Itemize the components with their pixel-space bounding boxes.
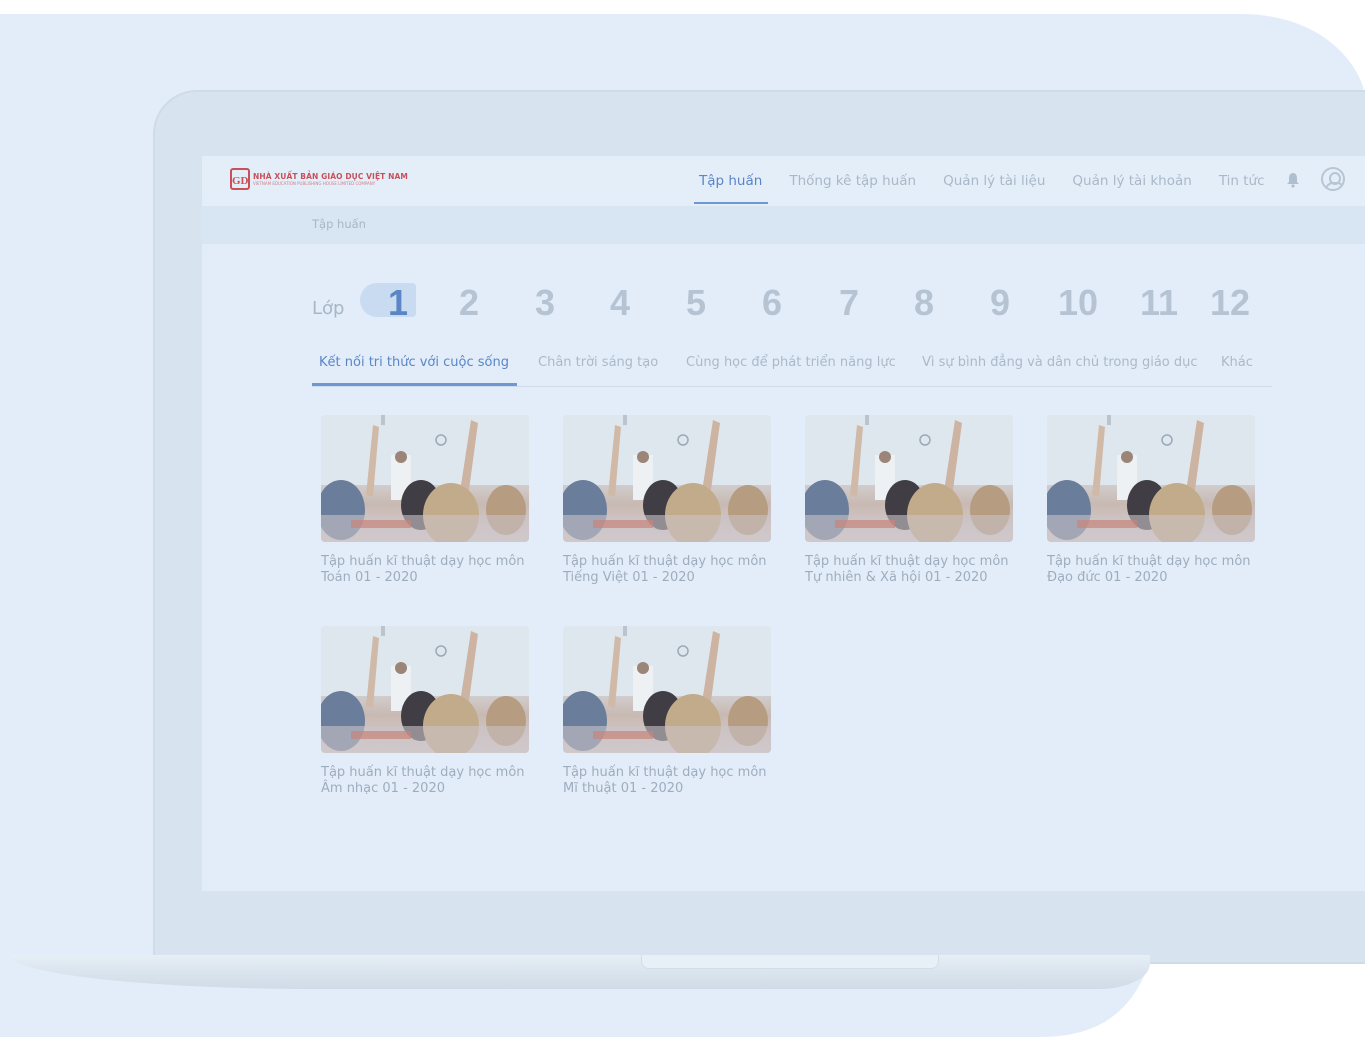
logo-mark-icon: GD [230, 168, 250, 190]
course-card[interactable]: Tập huấn kĩ thuật dạy học môn Mĩ thuật 0… [563, 626, 771, 797]
grade-9[interactable]: 9 [970, 282, 1030, 324]
laptop-base [10, 955, 1150, 989]
classroom-image-icon [563, 415, 771, 542]
nav-item-tin-tuc[interactable]: Tin tức [1219, 156, 1265, 206]
grade-11[interactable]: 11 [1129, 282, 1189, 324]
classroom-image-icon [1047, 415, 1255, 542]
course-thumbnail[interactable] [563, 626, 771, 753]
tab-khac[interactable]: Khác [1221, 355, 1253, 370]
tab-cung-hoc[interactable]: Cùng học để phát triển năng lực [686, 355, 896, 370]
publisher-logo[interactable]: GD NHÀ XUẤT BẢN GIÁO DỤC VIỆT NAM VIETNA… [230, 168, 408, 190]
course-title-line2: Âm nhạc 01 - 2020 [321, 781, 445, 796]
classroom-image-icon [563, 626, 771, 753]
course-card[interactable]: Tập huấn kĩ thuật dạy học môn Toán 01 - … [321, 415, 529, 586]
logo-title: NHÀ XUẤT BẢN GIÁO DỤC VIỆT NAM [253, 172, 408, 181]
grade-6[interactable]: 6 [742, 282, 802, 324]
classroom-image-icon [805, 415, 1013, 542]
grade-10[interactable]: 10 [1048, 282, 1108, 324]
breadcrumb-item[interactable]: Tập huấn [312, 217, 366, 231]
course-title-line2: Tiếng Việt 01 - 2020 [563, 570, 695, 585]
course-title-line2: Đạo đức 01 - 2020 [1047, 570, 1168, 585]
main-nav: Tập huấn Thống kê tập huấn Quản lý tài l… [693, 156, 1292, 206]
tab-ket-noi-tri-thuc[interactable]: Kết nối tri thức với cuộc sống [319, 355, 509, 370]
laptop-screen: GD NHÀ XUẤT BẢN GIÁO DỤC VIỆT NAM VIETNA… [202, 156, 1365, 891]
course-card[interactable]: Tập huấn kĩ thuật dạy học môn Tiếng Việt… [563, 415, 771, 586]
user-avatar-icon[interactable] [1321, 167, 1345, 191]
course-title-line1: Tập huấn kĩ thuật dạy học môn [1047, 554, 1251, 569]
course-title-line1: Tập huấn kĩ thuật dạy học môn [321, 765, 525, 780]
grade-5[interactable]: 5 [666, 282, 726, 324]
nav-item-quan-ly-tai-khoan[interactable]: Quản lý tài khoản [1072, 156, 1191, 206]
course-title-line2: Mĩ thuật 01 - 2020 [563, 781, 684, 796]
course-thumbnail[interactable] [805, 415, 1013, 542]
course-thumbnail[interactable] [563, 415, 771, 542]
grade-8[interactable]: 8 [894, 282, 954, 324]
grade-1[interactable]: 1 [368, 282, 428, 324]
tab-vi-su-binh-dang[interactable]: Vì sự bình đẳng và dân chủ trong giáo dụ… [922, 355, 1198, 370]
top-navbar: GD NHÀ XUẤT BẢN GIÁO DỤC VIỆT NAM VIETNA… [202, 156, 1365, 206]
course-title-line1: Tập huấn kĩ thuật dạy học môn [563, 554, 767, 569]
course-card[interactable]: Tập huấn kĩ thuật dạy học môn Tự nhiên &… [805, 415, 1013, 586]
breadcrumb: Tập huấn [202, 206, 1365, 244]
bell-icon[interactable] [1286, 172, 1300, 188]
course-title-line1: Tập huấn kĩ thuật dạy học môn [563, 765, 767, 780]
grade-7[interactable]: 7 [819, 282, 879, 324]
nav-item-quan-ly-tai-lieu[interactable]: Quản lý tài liệu [943, 156, 1045, 206]
course-title-line1: Tập huấn kĩ thuật dạy học môn [321, 554, 525, 569]
tab-chan-troi-sang-tao[interactable]: Chân trời sáng tạo [538, 355, 658, 370]
classroom-image-icon [321, 415, 529, 542]
course-thumbnail[interactable] [321, 626, 529, 753]
course-thumbnail[interactable] [321, 415, 529, 542]
course-card[interactable]: Tập huấn kĩ thuật dạy học môn Âm nhạc 01… [321, 626, 529, 797]
nav-item-tap-huan[interactable]: Tập huấn [693, 156, 769, 206]
grade-4[interactable]: 4 [590, 282, 650, 324]
laptop-notch [641, 955, 939, 969]
grade-2[interactable]: 2 [439, 282, 499, 324]
grade-selector: 1 2 3 4 5 6 7 8 9 10 11 12 [202, 282, 1365, 332]
logo-subtitle: VIETNAM EDUCATION PUBLISHING HOUSE LIMIT… [253, 181, 376, 186]
series-tabs: Kết nối tri thức với cuộc sống Chân trời… [312, 352, 1272, 387]
course-title-line2: Tự nhiên & Xã hội 01 - 2020 [805, 570, 988, 585]
course-title-line2: Toán 01 - 2020 [321, 570, 418, 585]
grade-12[interactable]: 12 [1200, 282, 1260, 324]
classroom-image-icon [321, 626, 529, 753]
nav-item-thong-ke[interactable]: Thống kê tập huấn [789, 156, 916, 206]
active-tab-indicator [312, 383, 517, 386]
grade-3[interactable]: 3 [515, 282, 575, 324]
course-thumbnail[interactable] [1047, 415, 1255, 542]
course-title-line1: Tập huấn kĩ thuật dạy học môn [805, 554, 1009, 569]
course-card[interactable]: Tập huấn kĩ thuật dạy học môn Đạo đức 01… [1047, 415, 1255, 586]
